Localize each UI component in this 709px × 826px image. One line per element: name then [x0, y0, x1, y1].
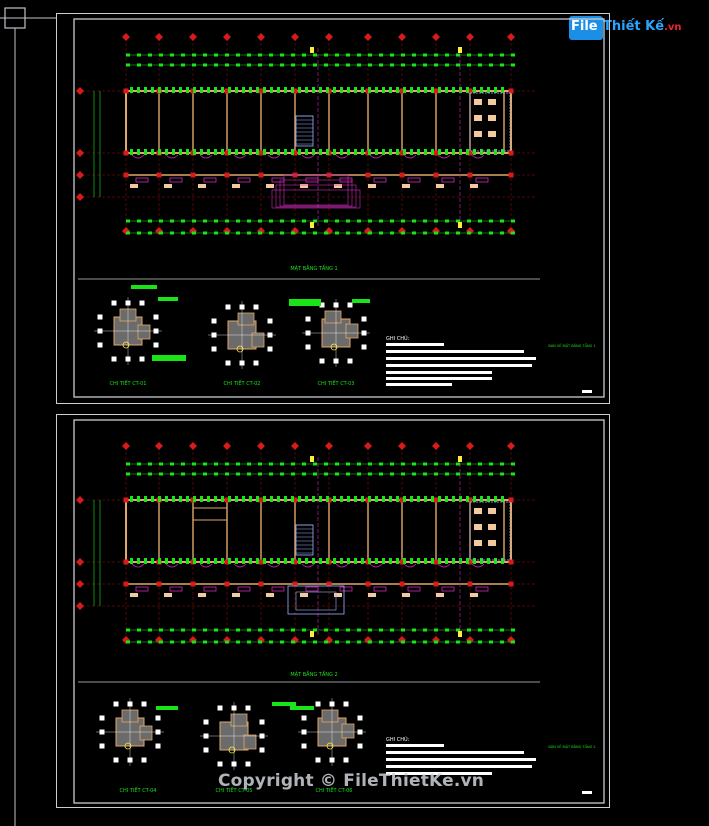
- copyright-watermark: Copyright © FileThietKe.vn: [218, 771, 485, 791]
- detail-label-1: CHI TIẾT CT-01: [110, 379, 147, 387]
- notes-block: GHI CHÚ:: [386, 335, 536, 386]
- detail-label-1: CHI TIẾT CT-04: [120, 786, 157, 794]
- detail-label-2: CHI TIẾT CT-02: [224, 379, 261, 387]
- logo-name-text: Thiết Kế: [603, 19, 665, 34]
- notes-title: GHI CHÚ:: [386, 335, 410, 342]
- detail-label-3: CHI TIẾT CT-03: [318, 379, 355, 387]
- column-detail-ct03[interactable]: [302, 299, 370, 367]
- plan-title: MẶT BẰNG TẦNG 2: [290, 670, 337, 678]
- side-label: BẢN VẼ MẶT BẰNG TẦNG 2: [548, 744, 595, 749]
- drawing-sheet-1[interactable]: MẶT BẰNG TẦNG 1 CHI TIẾT CT-01 CHI TIẾT …: [56, 13, 611, 405]
- notes-title: GHI CHÚ:: [386, 736, 410, 743]
- drawing-sheet-2[interactable]: MẶT BẰNG TẦNG 2 CHI TIẾT CT-04 CHI TIẾT …: [56, 414, 611, 809]
- detail-group: [94, 297, 370, 369]
- column-detail-ct05[interactable]: [200, 702, 268, 770]
- side-label: BẢN VẼ MẶT BẰNG TẦNG 1: [548, 343, 595, 348]
- notes-block: GHI CHÚ:: [386, 736, 536, 775]
- column-detail-ct02[interactable]: [208, 301, 276, 369]
- ucs-marker: [0, 7, 56, 826]
- column-detail-ct01[interactable]: [94, 297, 162, 365]
- logo-tld: .vn: [664, 22, 682, 33]
- plan-title: MẶT BẰNG TẦNG 1: [290, 264, 337, 272]
- floor-plan-2[interactable]: [76, 442, 536, 644]
- logo-name: Thiết Kế.vn: [603, 19, 681, 34]
- detail-group: [96, 698, 366, 770]
- column-detail-ct04[interactable]: [96, 698, 164, 766]
- floor-plan-1[interactable]: [76, 33, 536, 235]
